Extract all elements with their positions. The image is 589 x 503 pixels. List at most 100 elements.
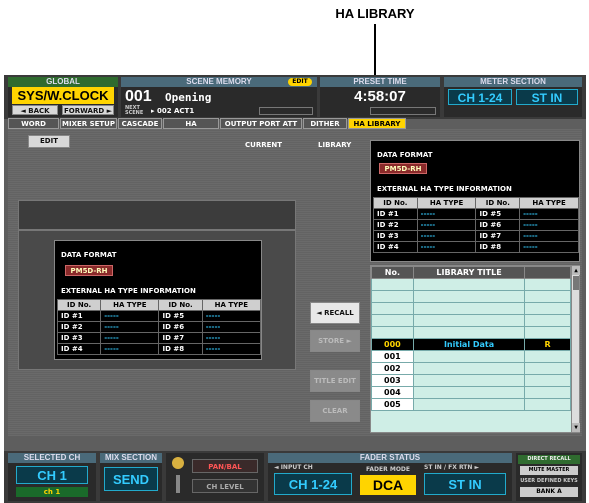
- list-item[interactable]: [371, 302, 571, 315]
- table-row: ID #4 ----- ID #8 -----: [56, 343, 262, 355]
- st-in-label: ST IN / FX RTN ►: [424, 464, 480, 471]
- back-button[interactable]: ◄ BACK: [12, 105, 58, 115]
- bank-button[interactable]: BANK A: [520, 487, 578, 497]
- table-row: ID #2 ----- ID #6 -----: [56, 321, 262, 333]
- id-cell: ID #8: [475, 241, 521, 253]
- id-cell: ID #8: [158, 343, 203, 355]
- list-flag: R: [524, 338, 571, 351]
- clear-button[interactable]: CLEAR: [310, 400, 360, 422]
- tab-ha-library[interactable]: HA LIBRARY: [348, 118, 406, 129]
- ha-type-cell: -----: [519, 219, 579, 231]
- st-in-button[interactable]: ST IN: [424, 473, 506, 495]
- list-item[interactable]: [371, 278, 571, 291]
- meter-left-button[interactable]: CH 1-24: [448, 89, 512, 105]
- ha-type-cell: -----: [416, 241, 477, 253]
- library-info-label: EXTERNAL HA TYPE INFORMATION: [377, 185, 512, 193]
- list-no: 003: [371, 374, 414, 387]
- ha-type-cell: -----: [100, 310, 160, 322]
- global-header: GLOBAL: [8, 77, 118, 87]
- scene-memory-panel: SCENE MEMORY EDIT 001 Opening NEXT SCENE…: [121, 77, 317, 117]
- current-data-format-value: PM5D-RH: [65, 265, 113, 276]
- col-header: HA TYPE: [201, 299, 262, 311]
- next-scene-value: ▸ 002 ACT1: [151, 107, 195, 115]
- current-info-label: EXTERNAL HA TYPE INFORMATION: [61, 287, 196, 295]
- list-no: 004: [371, 386, 414, 399]
- tab-mixer-setup[interactable]: MIXER SETUP: [60, 118, 117, 129]
- current-ha-table: ID No. HA TYPE ID No. HA TYPE ID #1 -----…: [56, 299, 262, 355]
- list-header-title: LIBRARY TITLE: [412, 266, 526, 279]
- selected-ch-panel: SELECTED CH CH 1 ch 1: [8, 453, 96, 501]
- pan-bal-button[interactable]: PAN/BAL: [192, 459, 258, 473]
- ha-type-cell: -----: [519, 230, 579, 242]
- selected-ch-name: ch 1: [16, 487, 88, 497]
- id-cell: ID #5: [475, 208, 521, 220]
- list-item[interactable]: 004: [371, 386, 571, 399]
- tab-bar: WORD CLOCK MIXER SETUP CASCADE HA OUTPUT…: [8, 118, 582, 139]
- next-scene-label: NEXT SCENE: [125, 105, 144, 116]
- list-item[interactable]: [371, 326, 571, 339]
- tab-word-clock[interactable]: WORD CLOCK: [8, 118, 59, 139]
- tab-output-port-att[interactable]: OUTPUT PORT ATT: [220, 118, 302, 129]
- id-cell: ID #1: [373, 208, 418, 220]
- edit-button[interactable]: EDIT: [28, 135, 70, 148]
- library-list-table: No. LIBRARY TITLE 000 Initial Data R 001…: [371, 266, 571, 411]
- table-row: ID #2 ----- ID #6 -----: [373, 219, 579, 231]
- list-item[interactable]: [371, 290, 571, 303]
- list-item[interactable]: 001: [371, 350, 571, 363]
- meter-right-button[interactable]: ST IN: [516, 89, 578, 105]
- ha-type-cell: -----: [519, 208, 579, 220]
- global-value[interactable]: SYS/W.CLOCK: [12, 87, 114, 104]
- mute-master-button[interactable]: MUTE MASTER: [520, 466, 578, 475]
- encoder-knob-icon: [172, 457, 184, 469]
- callout-label: HA LIBRARY: [335, 6, 415, 21]
- list-item[interactable]: 002: [371, 362, 571, 375]
- recall-button[interactable]: ◄ RECALL: [310, 302, 360, 324]
- list-item[interactable]: 003: [371, 374, 571, 387]
- store-button[interactable]: STORE ►: [310, 330, 360, 352]
- level-indicator-icon: [176, 475, 180, 493]
- meter-section-header: METER SECTION: [444, 77, 582, 87]
- tab-cascade[interactable]: CASCADE: [118, 118, 162, 129]
- library-data-format-label: DATA FORMAT: [377, 151, 433, 159]
- ha-type-cell: -----: [201, 343, 262, 355]
- ha-type-cell: -----: [416, 219, 477, 231]
- id-cell: ID #4: [373, 241, 418, 253]
- id-cell: ID #6: [158, 321, 203, 333]
- input-ch-button[interactable]: CH 1-24: [274, 473, 352, 495]
- list-scrollbar[interactable]: ▲ ▼: [571, 266, 580, 432]
- table-row: ID #1 ----- ID #5 -----: [56, 310, 262, 322]
- scene-edit-badge: EDIT: [288, 78, 312, 86]
- list-item-selected[interactable]: 000 Initial Data R: [371, 338, 571, 351]
- scroll-up-icon[interactable]: ▲: [572, 266, 580, 275]
- preset-time-header: PRESET TIME: [320, 77, 440, 87]
- scrollbar-thumb[interactable]: [573, 276, 579, 290]
- id-cell: ID #4: [56, 343, 102, 355]
- id-cell: ID #2: [373, 219, 418, 231]
- ha-type-cell: -----: [416, 208, 477, 220]
- encoder-panel: PAN/BAL CH LEVEL: [166, 453, 264, 501]
- tab-dither[interactable]: DITHER: [303, 118, 347, 129]
- current-data-format-label: DATA FORMAT: [61, 251, 117, 259]
- library-info-box: DATA FORMAT PM5D-RH EXTERNAL HA TYPE INF…: [370, 140, 580, 262]
- id-cell: ID #6: [475, 219, 521, 231]
- mix-section-panel: MIX SECTION SEND: [100, 453, 162, 501]
- list-item[interactable]: [371, 314, 571, 327]
- forward-button[interactable]: FORWARD ►: [62, 105, 114, 115]
- list-item[interactable]: 005: [371, 398, 571, 411]
- id-cell: ID #3: [373, 230, 418, 242]
- preset-time-panel: PRESET TIME 4:58:07: [320, 77, 440, 117]
- library-list[interactable]: No. LIBRARY TITLE 000 Initial Data R 001…: [370, 265, 580, 433]
- col-header: ID No.: [158, 299, 203, 311]
- selected-ch-value[interactable]: CH 1: [16, 466, 88, 484]
- scroll-down-icon[interactable]: ▼: [572, 423, 580, 432]
- user-defined-keys-label: USER DEFINED KEYS: [520, 478, 578, 484]
- title-edit-button[interactable]: TITLE EDIT: [310, 370, 360, 392]
- ha-type-cell: -----: [100, 321, 160, 333]
- mix-section-header: MIX SECTION: [100, 453, 162, 463]
- list-no: 005: [371, 398, 414, 411]
- ch-level-button[interactable]: CH LEVEL: [192, 479, 258, 493]
- mix-section-value[interactable]: SEND: [104, 467, 158, 491]
- fader-mode-value[interactable]: DCA: [360, 475, 416, 495]
- table-row: ID #3 ----- ID #7 -----: [373, 230, 579, 242]
- tab-ha[interactable]: HA: [163, 118, 219, 129]
